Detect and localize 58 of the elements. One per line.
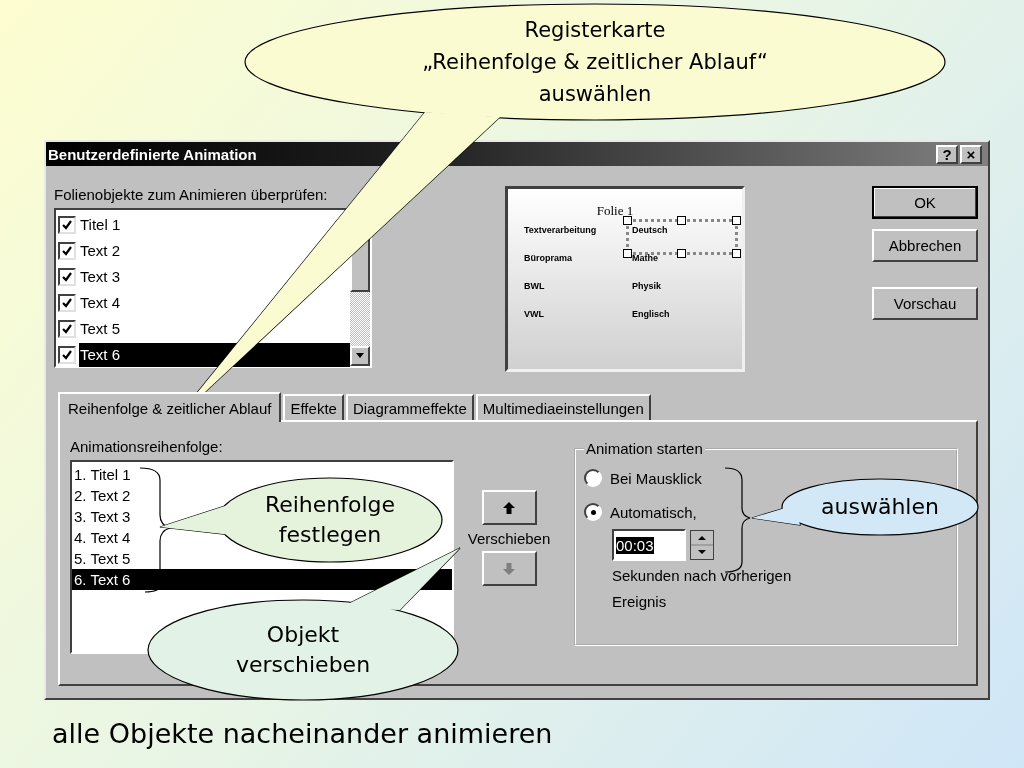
window-title: Benutzerdefinierte Animation [48, 145, 257, 163]
spin-buttons[interactable] [690, 530, 714, 560]
radio-label: Bei Mausklick [610, 469, 702, 487]
check-icon [61, 323, 73, 335]
tab[interactable]: Effekte [283, 394, 344, 420]
move-up-button[interactable] [481, 490, 537, 525]
tab[interactable]: Reihenfolge & zeitlicher Ablauf [58, 392, 282, 422]
cancel-button[interactable]: Abbrechen [872, 229, 978, 262]
check-icon [61, 349, 73, 361]
objects-label: Folienobjekte zum Animieren überprüfen: [54, 186, 329, 205]
list-item[interactable]: 5. Text 5 [72, 548, 452, 569]
down-arrow-icon [355, 353, 365, 359]
checkbox[interactable] [58, 242, 76, 260]
preview-title: Folie 1 [595, 203, 635, 219]
check-icon [61, 219, 73, 231]
tab[interactable]: Diagrammeffekte [345, 394, 474, 420]
list-item[interactable]: Text 3 [79, 265, 350, 289]
checkbox[interactable] [58, 346, 76, 364]
tab[interactable]: Multimediaeinstellungen [475, 394, 651, 420]
help-button[interactable]: ? [936, 144, 958, 164]
radio-button[interactable] [584, 469, 602, 487]
delay-note: Sekunden nach vorherigen Ereignis [612, 566, 793, 612]
order-label: Animationsreihenfolge: [70, 438, 224, 457]
callout-text: auswählen [820, 493, 940, 521]
list-item[interactable]: Text 5 [79, 317, 350, 341]
checkbox[interactable] [58, 268, 76, 286]
check-icon [61, 245, 73, 257]
close-button[interactable]: × [960, 144, 982, 164]
checkbox[interactable] [58, 294, 76, 312]
callout-text: Reihenfolge festlegen [263, 491, 397, 549]
move-label: Verschieben [467, 530, 551, 547]
radio-button[interactable] [584, 503, 602, 521]
preview-text: Englisch [632, 309, 671, 319]
callout-text: Objekt verschieben [234, 621, 372, 679]
preview-text: Textverarbeitung [524, 225, 598, 235]
preview-text: Mathe [632, 253, 659, 263]
preview-text: VWL [524, 309, 545, 319]
list-item[interactable]: Text 4 [79, 291, 350, 315]
preview-text: BWL [524, 281, 546, 291]
preview-text: Büroprama [524, 253, 573, 263]
preview-text: Physik [632, 281, 663, 291]
slide-caption: alle Objekte nacheinander animieren [52, 718, 554, 749]
checkbox[interactable] [58, 320, 76, 338]
up-arrow-icon [502, 500, 516, 515]
time-field[interactable]: 00:03 [612, 529, 686, 561]
ok-button[interactable]: OK [872, 186, 978, 219]
preview-text: Deutsch [632, 225, 669, 235]
list-item[interactable]: Text 6 [79, 343, 350, 367]
list-item[interactable]: 1. Titel 1 [72, 464, 452, 485]
checkbox[interactable] [58, 216, 76, 234]
radio-label: Automatisch, [610, 503, 697, 521]
check-icon [61, 271, 73, 283]
check-icon [61, 297, 73, 309]
down-arrow-icon [502, 561, 516, 576]
list-item[interactable]: 6. Text 6 [72, 569, 452, 590]
preview-button[interactable]: Vorschau [872, 287, 978, 320]
group-title: Animation starten [585, 440, 704, 457]
callout-text: Registerkarte „Reihenfolge & zeitlicher Ablauf“ auswählen [421, 17, 769, 108]
